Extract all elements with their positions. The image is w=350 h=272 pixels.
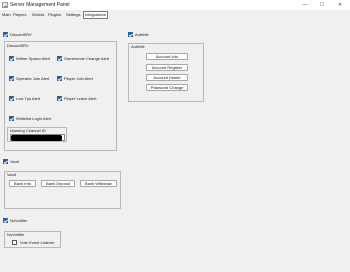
whitelist-login-alert-label: Whitelist Login Alert [16, 116, 52, 121]
operator-join-alert-label: Operator Join Alert [16, 76, 50, 81]
player-join-alert-checkbox[interactable] [57, 76, 62, 81]
low-tps-alert-label: Low Tps Alert [16, 96, 41, 101]
minimize-icon[interactable]: — [301, 2, 309, 8]
gamemode-change-alert-label: Gamemode Change Alert [64, 56, 110, 61]
menu-plugins[interactable]: Plugins [48, 12, 61, 18]
low-tps-alert-checkbox[interactable] [9, 96, 14, 101]
redacted-value [11, 135, 62, 141]
menu-players[interactable]: Players [13, 12, 26, 18]
account-info-button[interactable]: Account Info [146, 53, 188, 60]
authme-group: AuthMe Account Info Account Register Acc… [128, 43, 204, 102]
nuvotifier-enable-checkbox[interactable] [3, 218, 8, 223]
password-change-button[interactable]: Password Change [146, 84, 188, 91]
close-icon[interactable]: ✕ [336, 2, 344, 8]
account-delete-button[interactable]: Account Delete [146, 74, 188, 81]
vault-group-title: Vault [7, 172, 16, 177]
menu-settings[interactable]: Settings [66, 12, 80, 18]
player-leave-alert-checkbox[interactable] [57, 96, 62, 101]
player-leave-alert-label: Player Leave Alert [64, 96, 97, 101]
menu-integrations[interactable]: Integrations [83, 11, 108, 19]
gamemode-change-alert-checkbox[interactable] [57, 56, 62, 61]
bank-deposit-button[interactable]: Bank Deposit [41, 180, 75, 187]
authme-enable-label: AuthMe [135, 32, 149, 37]
menu-worlds[interactable]: Worlds [32, 12, 44, 18]
vault-enable-checkbox[interactable] [3, 159, 8, 164]
bank-info-button[interactable]: Bank Info [9, 180, 36, 187]
nuvotifier-group: NuVotifier Vote Event Listener [4, 231, 61, 248]
discordsrv-enable-checkbox[interactable] [3, 32, 8, 37]
nuvotifier-group-title: NuVotifier [7, 232, 25, 237]
bank-withdraw-button[interactable]: Bank Withdraw [80, 180, 117, 187]
authme-enable-checkbox[interactable] [128, 32, 133, 37]
title-bar: Server Management Panel — ☐ ✕ [0, 0, 350, 10]
vault-group: Vault Bank Info Bank Deposit Bank Withdr… [4, 171, 121, 209]
discordsrv-group-title: DiscordSRV [7, 43, 29, 48]
vault-enable-label: Vault [10, 159, 19, 164]
maximize-icon[interactable]: ☐ [318, 2, 326, 8]
menu-bar: Main Players Worlds Plugins Settings Int… [0, 11, 350, 19]
wither-spawn-alert-label: Wither Spawn Alert [16, 56, 51, 61]
vote-event-listener-checkbox[interactable] [12, 240, 17, 245]
player-join-alert-label: Player Join Alert [64, 76, 93, 81]
operator-join-alert-checkbox[interactable] [9, 76, 14, 81]
discordsrv-enable-label: DiscordSRV [10, 32, 32, 37]
window-title: Server Management Panel [10, 2, 70, 8]
warning-channel-group: Warning Channel ID [7, 127, 67, 142]
wither-spawn-alert-checkbox[interactable] [9, 56, 14, 61]
vote-event-listener-label: Vote Event Listener [20, 240, 55, 245]
discordsrv-group: DiscordSRV Wither Spawn Alert Gamemode C… [4, 41, 117, 151]
whitelist-login-alert-checkbox[interactable] [9, 116, 14, 121]
authme-group-title: AuthMe [131, 44, 145, 49]
account-register-button[interactable]: Account Register [146, 64, 188, 71]
warning-channel-label: Warning Channel ID [10, 128, 46, 133]
menu-main[interactable]: Main [2, 12, 11, 18]
app-icon [2, 2, 8, 8]
nuvotifier-enable-label: NuVotifier [10, 218, 28, 223]
